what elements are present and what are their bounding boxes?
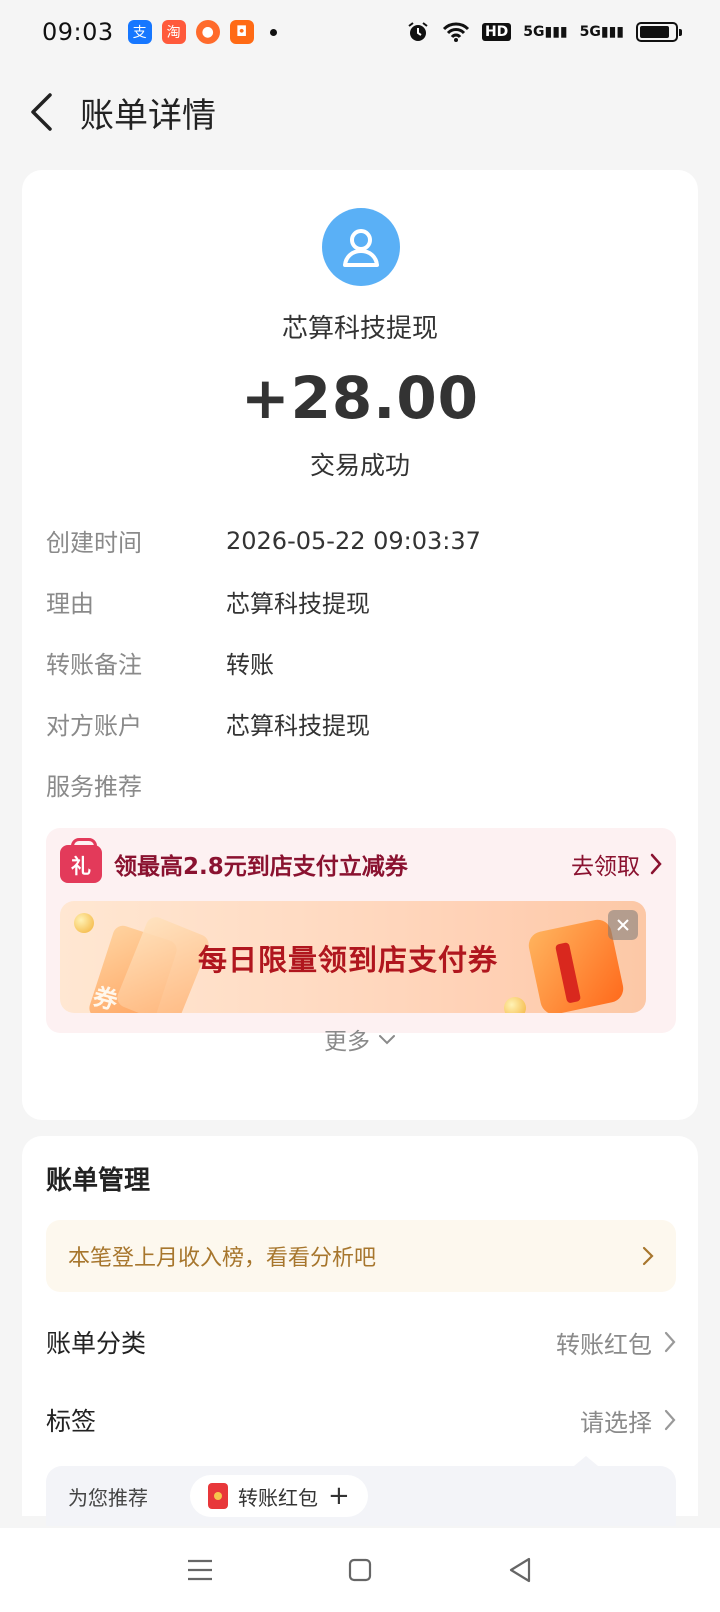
bill-management-card: 账单管理 本笔登上月收入榜，看看分析吧 账单分类 转账红包 标签 请选择 为您推… <box>22 1136 698 1526</box>
system-nav-bar <box>0 1528 720 1612</box>
detail-value: 转账 <box>226 651 274 679</box>
bill-category-row[interactable]: 账单分类 转账红包 <box>46 1312 676 1372</box>
detail-list: 创建时间 2026-05-22 09:03:37 理由 芯算科技提现 转账备注 … <box>46 510 676 815</box>
transaction-card: 芯算科技提现 +28.00 交易成功 创建时间 2026-05-22 09:03… <box>22 170 698 1120</box>
tag-row[interactable]: 标签 请选择 <box>46 1390 676 1450</box>
recommend-label: 为您推荐 <box>68 1485 148 1510</box>
system-icons: HD 5G▮▮▮ 5G▮▮▮ <box>406 20 682 44</box>
add-icon: + <box>328 1481 350 1511</box>
category-label: 账单分类 <box>46 1329 147 1358</box>
nav-header: 账单详情 <box>0 72 720 152</box>
coin-icon <box>74 913 94 933</box>
close-icon <box>617 919 629 931</box>
taobao-app-icon: 淘 <box>161 20 186 44</box>
recent-apps-button[interactable] <box>170 1540 230 1600</box>
detail-label: 转账备注 <box>46 651 142 679</box>
wifi-icon <box>442 22 469 42</box>
chevron-right-icon <box>650 853 662 875</box>
chevron-right-icon <box>642 1246 654 1266</box>
banner-text: 每日限量领到店支付券 <box>198 943 499 977</box>
transaction-amount: +28.00 <box>240 364 480 432</box>
chevron-right-icon <box>664 1331 676 1353</box>
system-back-button[interactable] <box>490 1540 550 1600</box>
service-promo: 礼 领最高2.8元到店支付立减券 去领取 券 每日限量领到店支付券 <box>46 828 676 1033</box>
chevron-down-icon <box>379 1035 395 1045</box>
tag-chip-transfer-redpacket[interactable]: 转账红包 + <box>190 1475 368 1517</box>
home-button[interactable] <box>330 1540 390 1600</box>
status-time: 09:03 <box>42 18 114 46</box>
alarm-icon <box>408 22 428 41</box>
detail-value: 芯算科技提现 <box>226 712 370 740</box>
detail-row-counterparty: 对方账户 芯算科技提现 <box>46 693 676 754</box>
payee-avatar[interactable] <box>322 208 400 286</box>
triangle-back-icon <box>509 1557 531 1583</box>
detail-value: 2026-05-22 09:03:37 <box>226 526 481 555</box>
hd-icon: HD <box>481 23 512 41</box>
transaction-status: 交易成功 <box>309 451 410 480</box>
chevron-right-icon <box>664 1409 676 1431</box>
user-icon <box>343 229 379 267</box>
tip-text: 本笔登上月收入榜，看看分析吧 <box>68 1246 377 1271</box>
close-banner-button[interactable] <box>608 910 638 940</box>
signal-5g-icon-2: 5G▮▮▮ <box>579 24 624 40</box>
detail-row-service: 服务推荐 <box>46 754 676 815</box>
promo-title: 领最高2.8元到店支付立减券 <box>114 854 408 880</box>
more-button[interactable]: 更多 <box>22 1022 698 1056</box>
detail-row-created-time: 创建时间 2026-05-22 09:03:37 <box>46 510 676 571</box>
promo-header[interactable]: 礼 领最高2.8元到店支付立减券 去领取 <box>46 828 676 900</box>
coin-icon <box>504 997 526 1013</box>
notification-icons: 支 淘 ● ◘ <box>127 20 277 44</box>
home-square-icon <box>348 1558 372 1582</box>
page-title: 账单详情 <box>80 95 216 136</box>
category-value: 转账红包 <box>556 1330 652 1359</box>
payee-name: 芯算科技提现 <box>281 314 438 344</box>
menu-icon <box>188 1559 212 1581</box>
section-title: 账单管理 <box>46 1166 151 1196</box>
income-rank-tip[interactable]: 本笔登上月收入榜，看看分析吧 <box>46 1220 676 1292</box>
detail-label: 理由 <box>46 590 94 618</box>
claim-label: 去领取 <box>571 854 640 880</box>
chip-label: 转账红包 <box>238 1485 318 1510</box>
signal-5g-icon: 5G▮▮▮ <box>523 24 568 40</box>
red-packet-icon <box>208 1483 228 1509</box>
game-app-icon: ● <box>195 20 220 44</box>
status-bar: 09:03 支 淘 ● ◘ HD 5G▮▮▮ 5G▮▮▮ <box>0 0 720 64</box>
detail-value: 芯算科技提现 <box>226 590 370 618</box>
alipay-app-icon: 支 <box>127 20 152 44</box>
detail-row-transfer-note: 转账备注 转账 <box>46 632 676 693</box>
tag-value: 请选择 <box>580 1408 652 1437</box>
more-label: 更多 <box>324 1029 370 1055</box>
detail-label: 创建时间 <box>46 529 142 557</box>
tag-recommendations: 为您推荐 转账红包 + <box>46 1456 676 1526</box>
detail-row-reason: 理由 芯算科技提现 <box>46 571 676 632</box>
back-arrow-icon <box>31 93 52 131</box>
gift-icon: 礼 <box>60 838 102 883</box>
tag-label: 标签 <box>46 1407 97 1436</box>
battery-icon <box>636 22 682 42</box>
redpacket-app-icon: ◘ <box>229 20 254 44</box>
promo-banner[interactable]: 券 每日限量领到店支付券 <box>60 901 646 1013</box>
back-button[interactable] <box>6 72 76 152</box>
detail-label: 服务推荐 <box>46 773 142 801</box>
more-notifications-dot-icon <box>269 28 277 36</box>
claim-button[interactable]: 去领取 <box>571 847 662 881</box>
detail-label: 对方账户 <box>46 712 142 740</box>
